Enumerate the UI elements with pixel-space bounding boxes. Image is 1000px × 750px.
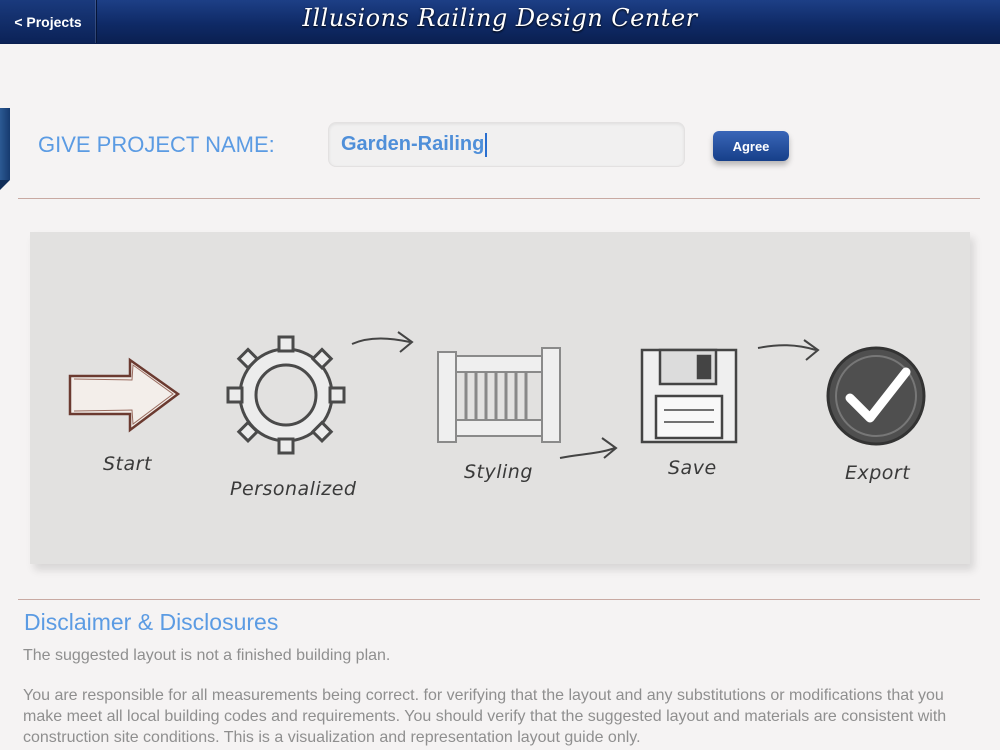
project-name-value: Garden-Railing <box>341 133 485 155</box>
step-label-personalized: Personalized <box>230 478 357 500</box>
gear-icon <box>226 335 346 455</box>
project-name-label: GIVE PROJECT NAME: <box>38 132 275 157</box>
text-cursor <box>485 132 488 157</box>
workflow-illustration <box>68 331 926 459</box>
floppy-disk-icon <box>640 348 738 444</box>
step-label-start: Start <box>103 453 152 475</box>
section-divider <box>18 198 980 199</box>
disclaimer-paragraph-1: The suggested layout is not a finished b… <box>23 647 391 664</box>
start-arrow-icon <box>68 357 181 433</box>
check-circle-icon <box>826 346 926 446</box>
project-name-input[interactable]: Garden-Railing <box>328 122 685 167</box>
disclaimer-paragraph-2: You are responsible for all measurements… <box>23 687 947 746</box>
flow-arrows <box>351 331 820 459</box>
step-label-save: Save <box>668 457 717 479</box>
side-tab-marker <box>0 108 10 190</box>
step-label-styling: Styling <box>464 461 533 483</box>
step-label-export: Export <box>845 462 911 484</box>
railing-icon <box>437 347 561 443</box>
section-divider-2 <box>18 599 980 600</box>
agree-button[interactable]: Agree <box>713 131 789 161</box>
disclaimer-title: Disclaimer & Disclosures <box>24 609 279 635</box>
workflow-diagram: Start Personalized Styling Save Export <box>30 232 970 564</box>
app-title: Illusions Railing Design Center <box>302 4 698 32</box>
top-navigation-bar: < Projects Illusions Railing Design Cent… <box>0 0 1000 45</box>
